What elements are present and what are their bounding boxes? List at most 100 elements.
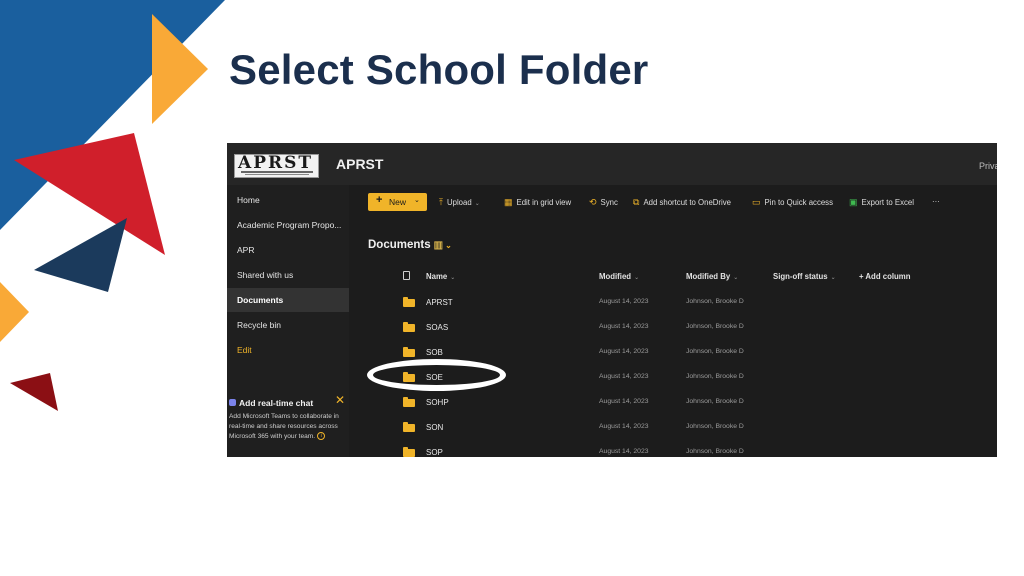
nav-apr[interactable]: APR bbox=[227, 238, 349, 262]
folder-icon bbox=[403, 397, 415, 407]
left-navigation: Home Academic Program Propo... APR Share… bbox=[227, 185, 349, 457]
add-shortcut-button[interactable]: ⧉ Add shortcut to OneDrive bbox=[633, 197, 731, 208]
teams-icon bbox=[229, 399, 236, 406]
new-label: New bbox=[389, 197, 407, 207]
modified-date: August 14, 2023 bbox=[599, 448, 649, 455]
site-header: APRST APRST Priva bbox=[227, 143, 997, 185]
edit-grid-label: Edit in grid view bbox=[516, 198, 572, 207]
nav-edit[interactable]: Edit bbox=[227, 338, 349, 362]
modified-date: August 14, 2023 bbox=[599, 298, 649, 305]
pin-button[interactable]: ▭ Pin to Quick access bbox=[752, 197, 833, 208]
library-title[interactable]: Documents ▥ ⌄ bbox=[368, 239, 452, 251]
close-icon[interactable]: ✕ bbox=[335, 393, 345, 407]
chevron-down-icon: ⌄ bbox=[474, 201, 480, 207]
excel-icon: ▣ bbox=[849, 197, 858, 207]
modified-by: Johnson, Brooke D bbox=[686, 373, 744, 380]
plus-icon: + bbox=[376, 194, 383, 206]
command-bar: + New ⌄ ⤒ Upload ⌄ ▦ Edit in grid view ⟲ Syn… bbox=[349, 191, 997, 215]
upload-label: Upload bbox=[446, 198, 472, 207]
column-signoff-label: Sign-off status bbox=[773, 272, 828, 281]
edit-grid-button[interactable]: ▦ Edit in grid view bbox=[504, 197, 571, 208]
folder-icon bbox=[403, 422, 415, 432]
chevron-down-icon: ⌄ bbox=[733, 275, 739, 281]
modified-by: Johnson, Brooke D bbox=[686, 448, 744, 455]
sync-label: Sync bbox=[600, 198, 618, 207]
nav-home[interactable]: Home bbox=[227, 188, 349, 212]
decorative-shapes bbox=[0, 0, 225, 411]
soe-highlight-ellipse bbox=[367, 359, 506, 391]
site-name[interactable]: APRST bbox=[336, 156, 383, 172]
column-modified[interactable]: Modified ⌄ bbox=[599, 272, 639, 281]
logo-text: APRST bbox=[238, 153, 314, 173]
folder-name[interactable]: SOHP bbox=[426, 398, 449, 407]
folder-icon bbox=[403, 447, 415, 457]
new-button[interactable]: + New ⌄ bbox=[368, 193, 427, 211]
export-label: Export to Excel bbox=[861, 198, 914, 207]
chevron-down-icon: ⌄ bbox=[414, 197, 420, 204]
table-row[interactable]: SON August 14, 2023 Johnson, Brooke D bbox=[349, 415, 997, 440]
column-modified-by-label: Modified By bbox=[686, 272, 731, 281]
file-type-icon bbox=[403, 271, 410, 280]
modified-by: Johnson, Brooke D bbox=[686, 298, 744, 305]
modified-date: August 14, 2023 bbox=[599, 323, 649, 330]
column-modified-label: Modified bbox=[599, 272, 632, 281]
nav-academic-program[interactable]: Academic Program Propo... bbox=[227, 213, 349, 237]
orange-side-shape bbox=[0, 282, 29, 342]
modified-by: Johnson, Brooke D bbox=[686, 348, 744, 355]
chevron-down-icon: ⌄ bbox=[634, 275, 640, 281]
table-row[interactable]: SOHP August 14, 2023 Johnson, Brooke D bbox=[349, 390, 997, 415]
table-row[interactable]: SOP August 14, 2023 Johnson, Brooke D bbox=[349, 440, 997, 457]
chat-body: Add Microsoft Teams to collaborate in re… bbox=[229, 412, 345, 441]
info-icon[interactable]: i bbox=[317, 431, 326, 440]
dark-red-triangle bbox=[10, 373, 58, 411]
export-button[interactable]: ▣ Export to Excel bbox=[849, 197, 914, 208]
add-column-button[interactable]: + Add column bbox=[859, 272, 910, 281]
chat-title: Add real-time chat bbox=[239, 398, 314, 408]
column-name[interactable]: Name ⌄ bbox=[426, 272, 455, 281]
folder-icon bbox=[403, 322, 415, 332]
folder-name[interactable]: APRST bbox=[426, 298, 453, 307]
column-name-label: Name bbox=[426, 272, 448, 281]
table-row[interactable]: SOAS August 14, 2023 Johnson, Brooke D bbox=[349, 315, 997, 340]
slide-title: Select School Folder bbox=[229, 46, 649, 93]
logo-underline-2 bbox=[245, 174, 309, 175]
sharepoint-screenshot: APRST APRST Priva Home Academic Program … bbox=[227, 143, 997, 457]
table-row[interactable]: APRST August 14, 2023 Johnson, Brooke D bbox=[349, 290, 997, 315]
folder-name[interactable]: SOP bbox=[426, 448, 443, 457]
folder-icon bbox=[403, 297, 415, 307]
site-logo[interactable]: APRST bbox=[234, 154, 319, 178]
sync-button[interactable]: ⟲ Sync bbox=[589, 197, 618, 208]
nav-documents[interactable]: Documents bbox=[227, 288, 349, 312]
column-modified-by[interactable]: Modified By ⌄ bbox=[686, 272, 738, 281]
sync-icon: ⟲ bbox=[589, 197, 597, 207]
add-shortcut-label: Add shortcut to OneDrive bbox=[643, 198, 731, 207]
navy-triangle bbox=[34, 218, 127, 292]
teams-chat-promo: Add real-time chat ✕ Add Microsoft Teams… bbox=[227, 393, 349, 457]
folder-name[interactable]: SOAS bbox=[426, 323, 448, 332]
library-title-text: Documents bbox=[368, 239, 431, 251]
folder-name[interactable]: SON bbox=[426, 423, 443, 432]
chevron-down-icon: ⌄ bbox=[830, 275, 836, 281]
shortcut-icon: ⧉ bbox=[633, 197, 640, 207]
upload-icon: ⤒ bbox=[439, 197, 443, 207]
modified-date: August 14, 2023 bbox=[599, 348, 649, 355]
pin-icon: ▭ bbox=[752, 197, 761, 207]
logo-underline bbox=[241, 171, 313, 173]
modified-by: Johnson, Brooke D bbox=[686, 423, 744, 430]
upload-button[interactable]: ⤒ Upload ⌄ bbox=[439, 197, 480, 208]
pin-label: Pin to Quick access bbox=[764, 198, 833, 207]
more-button[interactable]: ··· bbox=[932, 197, 940, 206]
modified-date: August 14, 2023 bbox=[599, 398, 649, 405]
modified-date: August 14, 2023 bbox=[599, 373, 649, 380]
column-signoff[interactable]: Sign-off status ⌄ bbox=[773, 272, 836, 281]
folder-icon bbox=[403, 347, 415, 357]
nav-shared-with-us[interactable]: Shared with us bbox=[227, 263, 349, 287]
grid-icon: ▦ bbox=[504, 197, 513, 207]
modified-date: August 14, 2023 bbox=[599, 423, 649, 430]
privacy-label: Priva bbox=[979, 161, 997, 171]
library-icon: ▥ bbox=[433, 240, 444, 251]
modified-by: Johnson, Brooke D bbox=[686, 323, 744, 330]
folder-name[interactable]: SOB bbox=[426, 348, 443, 357]
nav-recycle-bin[interactable]: Recycle bin bbox=[227, 313, 349, 337]
chevron-down-icon: ⌄ bbox=[450, 275, 456, 281]
